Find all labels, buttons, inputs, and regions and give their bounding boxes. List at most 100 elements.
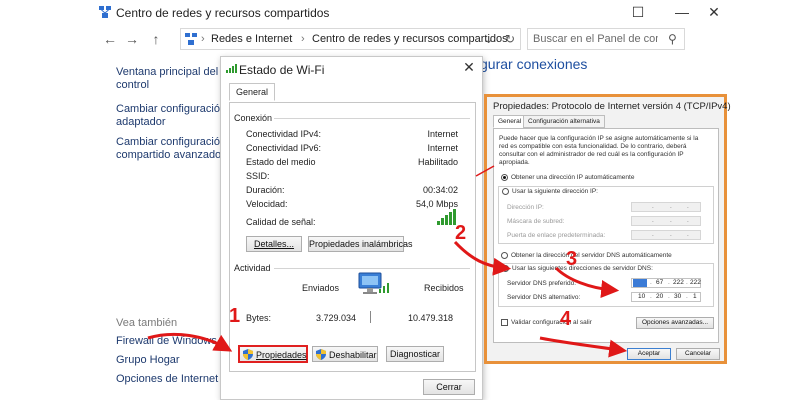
advanced-options-button[interactable]: Opciones avanzadas... bbox=[636, 317, 714, 329]
activity-split bbox=[370, 311, 371, 323]
dns-alternate-label: Servidor DNS alternativo: bbox=[507, 294, 581, 301]
dns-preferred-label: Servidor DNS preferido: bbox=[507, 280, 576, 287]
ipv6-connectivity-value: Internet bbox=[427, 143, 458, 153]
manual-dns-group: Usar las siguientes direcciones de servi… bbox=[498, 263, 714, 307]
signal-bar bbox=[437, 221, 440, 225]
bytes-received-value: 10.479.318 bbox=[408, 313, 454, 323]
sidebar-link-firewall[interactable]: Firewall de Windows bbox=[116, 335, 217, 348]
ipv6-connectivity-label: Conectividad IPv6: bbox=[246, 143, 322, 153]
properties-button[interactable]: Propiedades bbox=[238, 345, 308, 363]
duration-label: Duración: bbox=[246, 185, 285, 195]
sidebar-link-opciones-internet[interactable]: Opciones de Internet bbox=[116, 373, 218, 386]
connection-heading: Conexión bbox=[234, 113, 273, 123]
main-heading[interactable]: gurar conexiones bbox=[480, 56, 587, 72]
maximize-button[interactable]: ☐ bbox=[618, 2, 658, 22]
radio-auto-ip[interactable] bbox=[501, 174, 508, 181]
search-input[interactable] bbox=[528, 29, 658, 49]
network-center-icon bbox=[185, 33, 197, 45]
radio-auto-dns[interactable] bbox=[501, 252, 508, 259]
media-state-label: Estado del medio bbox=[246, 157, 316, 167]
callout-number-3: 3 bbox=[566, 248, 578, 270]
see-also-heading: Vea también bbox=[116, 317, 178, 329]
breadcrumb-redes-internet[interactable]: Redes e Internet bbox=[211, 33, 292, 45]
search-icon[interactable]: ⚲ bbox=[668, 32, 677, 46]
window-titlebar: Centro de redes y recursos compartidos —… bbox=[0, 0, 800, 24]
chevron-down-icon[interactable]: ⌄ bbox=[484, 33, 493, 46]
tab-configuracion-alternativa[interactable]: Configuración alternativa bbox=[523, 115, 605, 128]
subnet-mask-field: ... bbox=[631, 216, 701, 226]
bytes-label: Bytes: bbox=[246, 313, 272, 323]
ip-address-label: Dirección IP: bbox=[507, 204, 544, 211]
window-title: Centro de redes y recursos compartidos bbox=[116, 6, 330, 20]
radio-manual-ip-label: Usar la siguiente dirección IP: bbox=[512, 188, 598, 195]
radio-auto-ip-label: Obtener una dirección IP automáticamente bbox=[511, 174, 635, 181]
ipv4-properties-dialog: Propiedades: Protocolo de Internet versi… bbox=[484, 94, 731, 364]
up-button[interactable]: ↑ bbox=[148, 30, 164, 48]
dns-preferred-field[interactable]: . 67 . 222 . 222 bbox=[631, 278, 701, 288]
dns-preferred-octet-4[interactable]: 222 bbox=[690, 279, 701, 287]
ipv4-connectivity-label: Conectividad IPv4: bbox=[246, 129, 322, 139]
forward-button[interactable]: → bbox=[124, 30, 140, 48]
dns-preferred-octet-3[interactable]: 222 bbox=[673, 279, 684, 287]
breadcrumb-centro-redes[interactable]: Centro de redes y recursos compartidos bbox=[312, 33, 508, 45]
tab-general[interactable]: General bbox=[493, 115, 527, 128]
diagnose-button[interactable]: Diagnosticar bbox=[386, 346, 444, 362]
close-button[interactable]: ✕ bbox=[694, 2, 734, 22]
dns-alternate-octet-1[interactable]: 10 bbox=[638, 293, 645, 301]
close-dialog-button[interactable]: Cerrar bbox=[423, 379, 475, 395]
ip-address-field: ... bbox=[631, 202, 701, 212]
ipv4-description: Puede hacer que la configuración IP se a… bbox=[499, 135, 699, 166]
sidebar-link-ventana-principal[interactable]: Ventana principal del Pa control bbox=[116, 66, 235, 92]
gateway-label: Puerta de enlace predeterminada: bbox=[507, 232, 606, 239]
radio-manual-dns[interactable] bbox=[502, 265, 509, 272]
manual-ip-group: Usar la siguiente dirección IP: Direcció… bbox=[498, 186, 714, 244]
refresh-icon[interactable]: ↻ bbox=[505, 32, 515, 46]
search-box[interactable]: ⚲ bbox=[527, 28, 685, 50]
address-bar[interactable]: › Redes e Internet › Centro de redes y r… bbox=[180, 28, 521, 50]
media-state-value: Habilitado bbox=[417, 157, 458, 167]
radio-manual-ip[interactable] bbox=[502, 188, 509, 195]
sidebar-link-configuracion-adaptador[interactable]: Cambiar configuración d adaptador bbox=[116, 103, 235, 129]
dns-alternate-octet-3[interactable]: 30 bbox=[674, 293, 681, 301]
sidebar-link-configuracion-avanzada[interactable]: Cambiar configuración d compartido avanz… bbox=[116, 136, 235, 162]
callout-number-1: 1 bbox=[229, 305, 241, 327]
gateway-field: ... bbox=[631, 230, 701, 240]
wifi-status-dialog: Estado de Wi-Fi ✕ General Conexión Conec… bbox=[220, 56, 483, 400]
sidebar-link-grupo-hogar[interactable]: Grupo Hogar bbox=[116, 354, 180, 367]
details-button[interactable]: Detalles... bbox=[246, 236, 302, 252]
cancel-button[interactable]: Cancelar bbox=[676, 348, 720, 360]
uac-shield-icon bbox=[243, 349, 253, 360]
ipv4-general-panel: Puede hacer que la configuración IP se a… bbox=[493, 128, 719, 343]
callout-number-4: 4 bbox=[560, 308, 572, 330]
signal-bar bbox=[449, 212, 452, 225]
duration-value: 00:34:02 bbox=[422, 185, 458, 195]
ok-button[interactable]: Aceptar bbox=[627, 348, 671, 360]
activity-heading: Actividad bbox=[234, 263, 271, 273]
dns-alternate-octet-2[interactable]: 20 bbox=[656, 293, 663, 301]
radio-manual-dns-label: Usar las siguientes direcciones de servi… bbox=[512, 265, 653, 272]
sent-label: Enviados bbox=[302, 283, 340, 293]
dns-alternate-field[interactable]: 10 . 20 . 30 . 1 bbox=[631, 292, 701, 302]
validate-checkbox[interactable] bbox=[501, 319, 508, 326]
signal-bar bbox=[445, 215, 448, 225]
disable-button[interactable]: Deshabilitar bbox=[312, 346, 378, 362]
connection-divider bbox=[274, 118, 470, 119]
dns-preferred-octet-1[interactable] bbox=[633, 279, 647, 287]
wifi-signal-icon bbox=[226, 64, 237, 73]
dns-preferred-octet-2[interactable]: 67 bbox=[656, 279, 663, 287]
received-label: Recibidos bbox=[424, 283, 464, 293]
wifi-dialog-title: Estado de Wi-Fi bbox=[239, 63, 325, 77]
wifi-dialog-close-icon[interactable]: ✕ bbox=[459, 59, 479, 76]
signal-bar bbox=[441, 218, 444, 225]
ipv4-connectivity-value: Internet bbox=[427, 129, 458, 139]
dns-alternate-octet-4[interactable]: 1 bbox=[693, 293, 697, 301]
wireless-properties-button[interactable]: Propiedades inalámbricas bbox=[308, 236, 413, 252]
restore-spacer bbox=[578, 2, 618, 22]
back-button[interactable]: ← bbox=[102, 30, 118, 48]
bytes-sent-value: 3.729.034 bbox=[316, 313, 357, 323]
ipv4-tabs: General Configuración alternativa bbox=[493, 115, 719, 129]
address-row: ← → ↑ › Redes e Internet › Centro de red… bbox=[0, 26, 800, 52]
speed-label: Velocidad: bbox=[246, 199, 288, 209]
tab-general[interactable]: General bbox=[229, 83, 276, 101]
subnet-mask-label: Máscara de subred: bbox=[507, 218, 565, 225]
